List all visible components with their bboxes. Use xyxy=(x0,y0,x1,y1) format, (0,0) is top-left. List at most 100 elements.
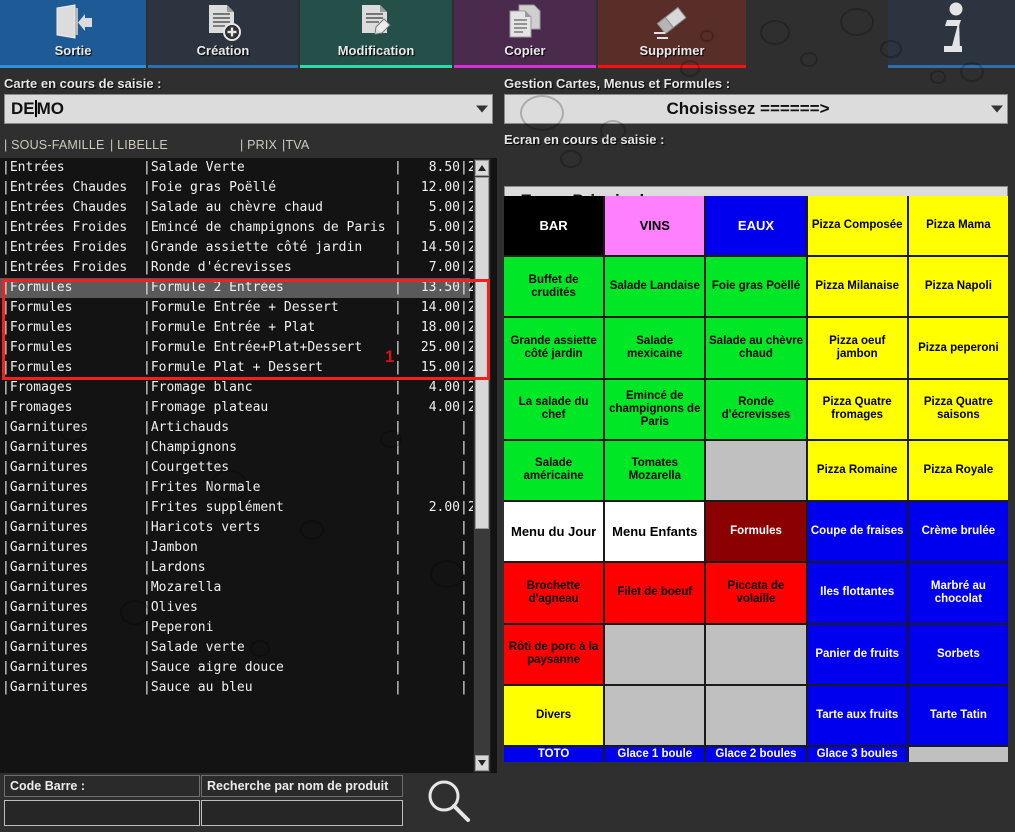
grid-button-panier-de-fruits[interactable]: Panier de fruits xyxy=(807,624,907,684)
table-row[interactable]: |Garnitures |Frites supplément | 2.00 |2 xyxy=(0,498,476,518)
grid-button-brochette-d-agneau[interactable]: Brochette d'agneau xyxy=(504,563,604,623)
grid-button-eminc-de-champignons-de-paris[interactable]: Emincé de champignons de Paris xyxy=(605,379,705,439)
grid-button-menu-du-jour[interactable]: Menu du Jour xyxy=(504,502,604,562)
grid-button-label: Formules xyxy=(730,525,782,538)
table-row[interactable]: |Garnitures |Olives | | xyxy=(0,598,470,618)
table-row[interactable]: |Garnitures |Artichauds | | xyxy=(0,418,470,438)
table-row[interactable]: |Entrées Froides |Ronde d'écrevisses | 7.00… xyxy=(0,258,476,278)
grid-button-divers[interactable]: Divers xyxy=(504,685,604,745)
table-row[interactable]: |Garnitures |Haricots verts | | xyxy=(0,518,470,538)
search-button[interactable] xyxy=(404,775,494,827)
toolbar-button-label: Modification xyxy=(337,43,415,58)
grid-button-pizza-quatre-fromages[interactable]: Pizza Quatre fromages xyxy=(807,379,907,439)
table-row[interactable]: |Formules |Formule Plat + Dessert | 15.00 |2 xyxy=(0,358,476,378)
toolbar-button-modification[interactable]: Modification xyxy=(300,0,452,68)
grid-button-grande-assiette-c-t-jardin[interactable]: Grande assiette côté jardin xyxy=(504,318,604,378)
cell-prix: 15.00 xyxy=(420,360,460,375)
grid-button-formules[interactable]: Formules xyxy=(706,502,806,562)
grid-button-salade-landaise[interactable]: Salade Landaise xyxy=(605,257,705,317)
table-row[interactable]: |Garnitures |Peperoni | | xyxy=(0,618,470,638)
grid-button-coupe-de-fraises[interactable]: Coupe de fraises xyxy=(807,502,907,562)
grid-button-marbr-au-chocolat[interactable]: Marbré au chocolat xyxy=(908,563,1008,623)
cell-prix: 2.00 xyxy=(428,500,460,515)
carte-value: DE MO xyxy=(11,99,65,118)
grid-button-glace-2-boules[interactable]: Glace 2 boules xyxy=(706,746,806,762)
cell-separator: | xyxy=(394,360,402,375)
grid-button-glace-1-boule[interactable]: Glace 1 boule xyxy=(605,746,705,762)
table-row[interactable]: |Garnitures |Salade verte | | xyxy=(0,638,470,658)
barcode-input[interactable] xyxy=(4,800,200,826)
grid-button-tarte-aux-fruits[interactable]: Tarte aux fruits xyxy=(807,685,907,745)
toolbar-button-copier[interactable]: Copier xyxy=(454,0,596,68)
grid-button-bar[interactable]: BAR xyxy=(504,196,604,256)
grid-button-tomates-mozarella[interactable]: Tomates Mozarella xyxy=(605,440,705,501)
grid-button-ronde-d-crevisses[interactable]: Ronde d'écrevisses xyxy=(706,379,806,439)
cell-famille: |Entrées Froides xyxy=(2,240,128,255)
table-row[interactable]: |Formules |Formule Entrée + Dessert | 14.00… xyxy=(0,298,476,318)
table-row[interactable]: |Garnitures |Frites Normale | | xyxy=(0,478,470,498)
grid-button-salade-au-ch-vre-chaud[interactable]: Salade au chèvre chaud xyxy=(706,318,806,378)
grid-button-cr-me-brul-e[interactable]: Crème brulée xyxy=(908,502,1008,562)
scroll-up-button[interactable] xyxy=(475,160,489,176)
table-row[interactable]: |Garnitures |Courgettes | | xyxy=(0,458,470,478)
grid-button-pizza-peperoni[interactable]: Pizza peperoni xyxy=(908,318,1008,378)
cell-libelle: |Frites supplément xyxy=(143,500,284,515)
grid-button-tarte-tatin[interactable]: Tarte Tatin xyxy=(908,685,1008,745)
toolbar-button-supprimer[interactable]: Supprimer xyxy=(598,0,746,68)
grid-button-foie-gras-po-ll[interactable]: Foie gras Poëllé xyxy=(706,257,806,317)
table-row[interactable]: |Fromages |Fromage plateau | 4.00 |2 xyxy=(0,398,476,418)
table-row[interactable]: |Entrées Froides |Grande assiette côté ja… xyxy=(0,238,476,258)
grid-button-label: Pizza Milanaise xyxy=(815,280,900,293)
gestion-combobox[interactable]: Choisissez ======> xyxy=(504,94,1008,124)
table-row[interactable]: |Formules |Formule Entrée + Plat | 18.00 |2 xyxy=(0,318,476,338)
grid-button-eaux[interactable]: EAUX xyxy=(706,196,806,256)
table-row[interactable]: |Entrées |Salade Verte | 8.50 |2 xyxy=(0,158,476,178)
scroll-down-button[interactable] xyxy=(475,755,489,771)
cell-libelle: |Frites Normale xyxy=(143,480,261,495)
table-row[interactable]: |Garnitures |Lardons | | xyxy=(0,558,470,578)
table-row[interactable]: |Garnitures |Jambon | | xyxy=(0,538,470,558)
grid-button-r-ti-de-porc-la-paysanne[interactable]: Rôti de porc à la paysanne xyxy=(504,624,604,684)
table-row[interactable]: |Garnitures |Sauce au bleu | | xyxy=(0,678,470,698)
grid-button-pizza-romaine[interactable]: Pizza Romaine xyxy=(807,440,907,501)
grid-button-pizza-quatre-saisons[interactable]: Pizza Quatre saisons xyxy=(908,379,1008,439)
table-row[interactable]: |Entrées Froides |Emincé de champignons d… xyxy=(0,218,476,238)
toolbar-button-info[interactable] xyxy=(888,0,1015,68)
product-list[interactable]: |Entrées |Salade Verte | 8.50 |2 |Entrées Cha… xyxy=(0,158,497,773)
grid-button-pizza-milanaise[interactable]: Pizza Milanaise xyxy=(807,257,907,317)
toolbar-button-sortie[interactable]: Sortie xyxy=(0,0,146,68)
search-zone: Code Barre : Recherche par nom de produi… xyxy=(0,775,497,832)
table-row[interactable]: |Garnitures |Champignons | | xyxy=(0,438,470,458)
toolbar-button-underline xyxy=(454,65,596,68)
grid-button-pizza-napoli[interactable]: Pizza Napoli xyxy=(908,257,1008,317)
grid-button-buffet-de-crudit-s[interactable]: Buffet de crudités xyxy=(504,257,604,317)
grid-button-pizza-oeuf-jambon[interactable]: Pizza oeuf jambon xyxy=(807,318,907,378)
table-row[interactable]: |Formules |Formule 2 Entrées | 13.50 |2 xyxy=(0,278,476,298)
list-scrollbar[interactable] xyxy=(473,158,491,773)
table-row[interactable]: |Entrées Chaudes |Foie gras Poëllé | 12.00 |… xyxy=(0,178,476,198)
table-row[interactable]: |Formules |Formule Entrée+Plat+Dessert | 25… xyxy=(0,338,476,358)
grid-button-glace-3-boules[interactable]: Glace 3 boules xyxy=(807,746,907,762)
grid-button-salade-am-ricaine[interactable]: Salade américaine xyxy=(504,440,604,501)
grid-button-menu-enfants[interactable]: Menu Enfants xyxy=(605,502,705,562)
grid-button-pizza-compos-e[interactable]: Pizza Composée xyxy=(807,196,907,256)
grid-button-filet-de-boeuf[interactable]: Filet de boeuf xyxy=(605,563,705,623)
grid-button-sorbets[interactable]: Sorbets xyxy=(908,624,1008,684)
grid-button-salade-mexicaine[interactable]: Salade mexicaine xyxy=(605,318,705,378)
grid-button-piccata-de-volaille[interactable]: Piccata de volaille xyxy=(706,563,806,623)
cell-prix: 8.50 xyxy=(428,160,460,175)
table-row[interactable]: |Garnitures |Sauce aigre douce | | xyxy=(0,658,470,678)
grid-button-vins[interactable]: VINS xyxy=(605,196,705,256)
carte-combobox[interactable]: DE MO xyxy=(4,94,493,124)
toolbar-button-cration[interactable]: Création xyxy=(148,0,298,68)
search-input[interactable] xyxy=(201,800,403,826)
table-row[interactable]: |Entrées Chaudes |Salade au chèvre chaud |… xyxy=(0,198,476,218)
grid-button-pizza-mama[interactable]: Pizza Mama xyxy=(908,196,1008,256)
grid-button-iles-flottantes[interactable]: Iles flottantes xyxy=(807,563,907,623)
table-row[interactable]: |Garnitures |Mozarella | | xyxy=(0,578,470,598)
grid-button-la-salade-du-chef[interactable]: La salade du chef xyxy=(504,379,604,439)
scrollbar-thumb[interactable] xyxy=(475,177,489,529)
table-row[interactable]: |Fromages |Fromage blanc | 4.00 |2 xyxy=(0,378,476,398)
grid-button-pizza-royale[interactable]: Pizza Royale xyxy=(908,440,1008,501)
grid-button-toto[interactable]: TOTO xyxy=(504,746,604,762)
